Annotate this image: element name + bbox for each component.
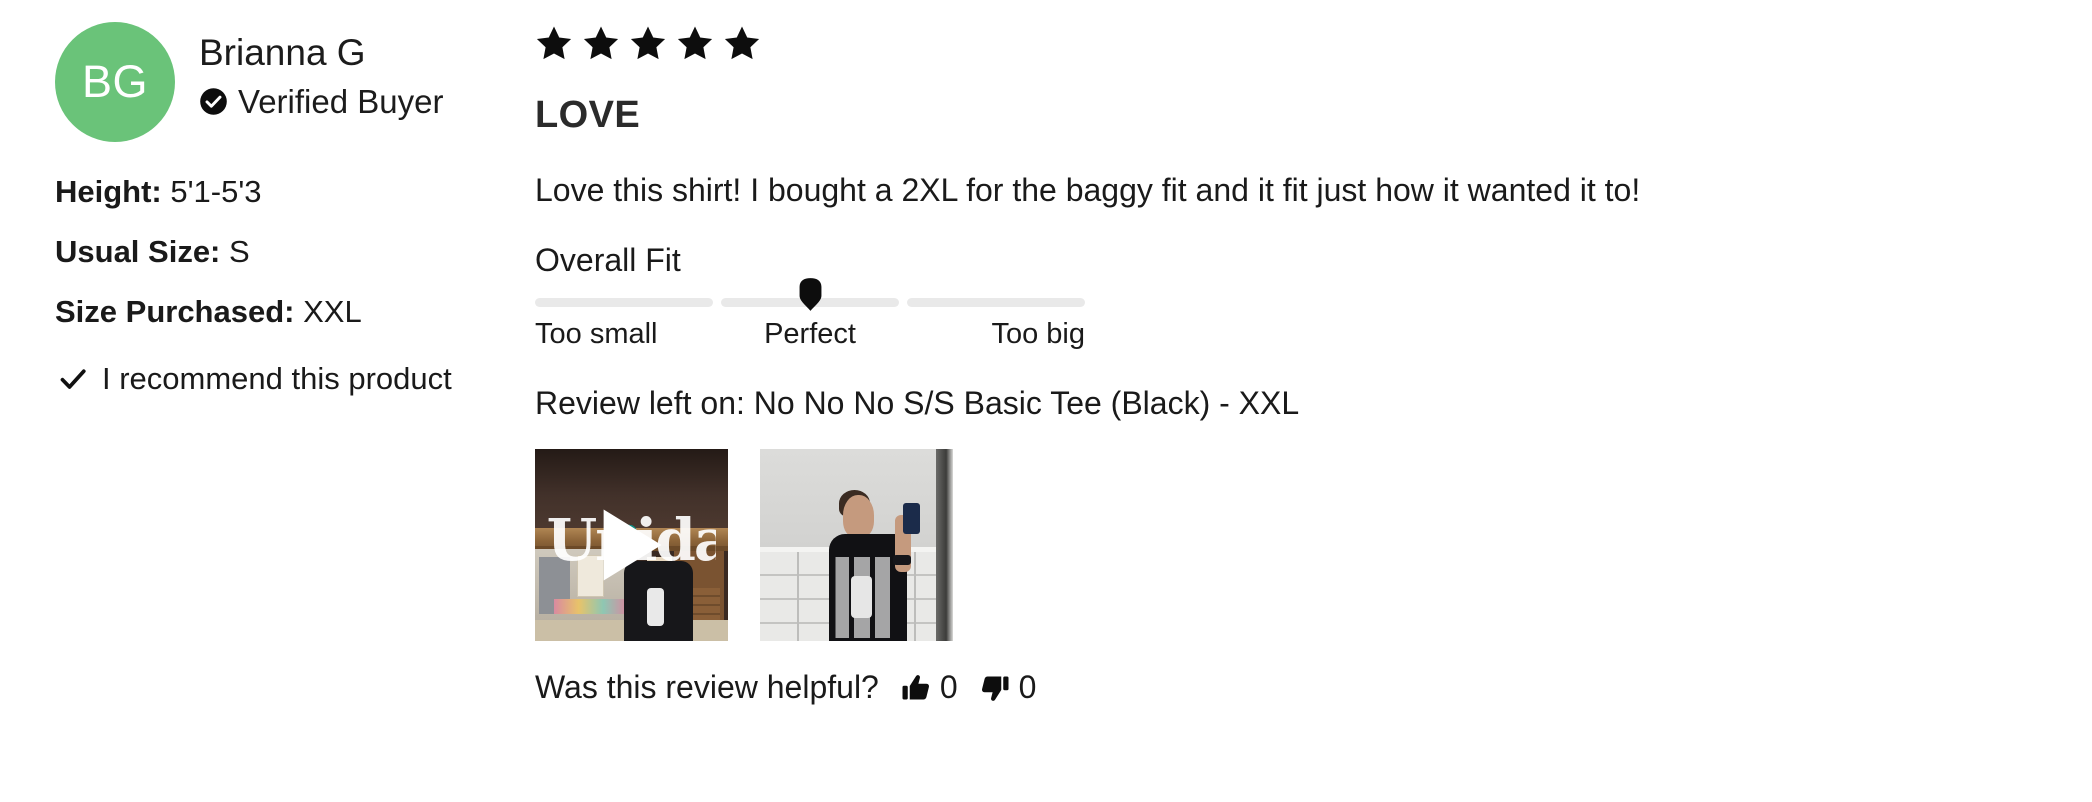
fit-slider [535,278,1085,311]
attribute-label: Height: [55,174,162,209]
verified-buyer-label: Verified Buyer [238,82,444,120]
review-media-row: Uniday [535,449,2035,642]
attribute-value: S [229,234,250,270]
fit-slider-segment [535,297,713,307]
attribute-value: XXL [303,294,362,330]
review-title: LOVE [535,94,641,136]
attribute-row: Height: 5'1-5'3 [55,170,495,214]
thumbs-down-icon[interactable] [980,673,1010,703]
fit-slider-labels: Too small Perfect Too big [535,318,1085,354]
fit-label-too-small: Too small [535,317,658,350]
recommend-product-label: I recommend this product [102,361,452,397]
star-filled-icon [677,26,713,60]
avatar: BG [55,22,175,142]
helpful-upvote-button[interactable]: 0 [901,669,958,706]
review-media-video-thumbnail[interactable]: Uniday [535,449,728,642]
fit-slider-segment [907,297,1085,307]
reviewer-name: Brianna G [199,32,366,73]
play-icon[interactable] [596,506,668,584]
attribute-label: Size Purchased: [55,294,295,330]
star-filled-icon [630,26,666,60]
review-content-column: LOVE Love this shirt! I bought a 2XL for… [535,20,2035,706]
reviewer-attributes: Height: 5'1-5'3 Usual Size: S Size Purch… [55,170,495,334]
fit-marker-icon [799,278,821,311]
attribute-value: 5'1-5'3 [170,174,262,209]
attribute-label: Usual Size: [55,234,221,270]
helpful-downvote-count: 0 [1018,669,1037,706]
star-filled-icon [583,26,619,60]
photo-thumbnail-image [760,449,953,642]
fit-label-perfect: Perfect [764,317,856,350]
overall-fit-heading: Overall Fit [535,241,681,278]
review-body-text: Love this shirt! I bought a 2XL for the … [535,171,1641,208]
star-filled-icon [724,26,760,60]
star-rating [535,20,2035,66]
helpful-downvote-button[interactable]: 0 [980,669,1037,706]
thumbs-up-icon[interactable] [901,673,931,703]
check-icon [60,369,86,389]
reviewer-header: BG Brianna G Verified Buyer [55,22,495,142]
helpful-question-label: Was this review helpful? [535,669,879,706]
helpful-upvote-count: 0 [939,669,958,706]
review-left-on-product: No No No S/S Basic Tee (Black) - XXL [753,384,1300,421]
product-review-card: BG Brianna G Verified Buyer Height: 5'1-… [0,0,2092,802]
review-media-image-thumbnail[interactable] [760,449,953,642]
review-left-on-row: Review left on: No No No S/S Basic Tee (… [535,384,2035,422]
fit-label-too-big: Too big [991,317,1085,350]
review-helpful-row: Was this review helpful? 0 0 [535,669,2035,706]
overall-fit-block: Overall Fit Too small Perfect Too big [535,242,1085,354]
reviewer-meta: Brianna G Verified Buyer [199,22,443,121]
attribute-row: Size Purchased: XXL [55,290,495,334]
check-circle-icon [200,88,227,115]
reviewer-info-column: BG Brianna G Verified Buyer Height: 5'1-… [55,22,495,397]
review-left-on-label: Review left on: [535,384,745,421]
recommend-product-row: I recommend this product [58,361,495,397]
verified-buyer-badge: Verified Buyer [199,83,443,121]
star-filled-icon [536,26,572,60]
attribute-row: Usual Size: S [55,230,495,274]
